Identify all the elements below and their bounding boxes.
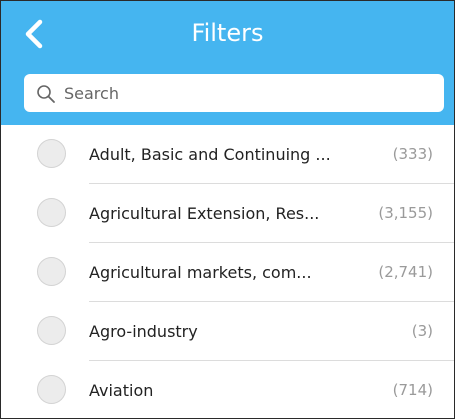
filter-label: Adult, Basic and Continuing ... [89,145,331,164]
filter-row[interactable]: Aviation (714) [1,361,454,418]
filter-label: Agro-industry [89,322,198,341]
search-input[interactable] [64,74,434,112]
radio-button[interactable] [37,316,66,345]
filter-row[interactable]: Agro-industry (3) [1,302,454,361]
filter-count: (3,155) [378,204,433,222]
filter-label: Agricultural markets, com... [89,263,312,282]
filter-count: (333) [392,145,433,163]
radio-button[interactable] [37,375,66,404]
search-icon [37,85,55,103]
radio-button[interactable] [37,198,66,227]
header-bar: Filters [1,1,454,125]
filter-count: (3) [411,322,433,340]
radio-button[interactable] [37,139,66,168]
filter-label: Agricultural Extension, Res... [89,204,320,223]
search-bar[interactable] [24,74,444,112]
filter-row[interactable]: Agricultural markets, com... (2,741) [1,243,454,302]
radio-button[interactable] [37,257,66,286]
filter-row[interactable]: Adult, Basic and Continuing ... (333) [1,125,454,184]
filter-list: Adult, Basic and Continuing ... (333) Ag… [1,125,454,418]
filter-row[interactable]: Agricultural Extension, Res... (3,155) [1,184,454,243]
page-title: Filters [191,19,264,47]
filters-screen: Filters Adult, Basic and Continuing ... … [0,0,455,419]
filter-count: (714) [392,381,433,399]
filter-count: (2,741) [378,263,433,281]
filter-label: Aviation [89,381,154,400]
